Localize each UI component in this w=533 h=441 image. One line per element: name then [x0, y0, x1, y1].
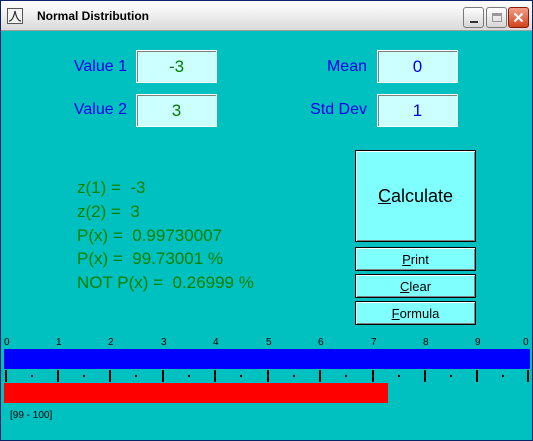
calculate-button[interactable]: Calculate [355, 150, 476, 242]
major-tick [57, 370, 59, 382]
value2-input[interactable] [136, 94, 217, 127]
scale-label: 0 [4, 337, 10, 348]
minor-tick [450, 375, 452, 377]
major-tick [476, 370, 478, 382]
major-tick [424, 370, 426, 382]
range-bar [4, 383, 388, 403]
major-tick [319, 370, 321, 382]
minor-tick [135, 375, 137, 377]
app-icon[interactable] [7, 8, 23, 24]
minor-tick [83, 375, 85, 377]
clear-hotkey: C [399, 278, 410, 294]
app-window: Normal Distribution Value 1 Value 2 Mean… [0, 0, 533, 441]
major-tick [162, 370, 164, 382]
scale-label: 7 [371, 337, 377, 348]
minor-tick [345, 375, 347, 377]
cumulative-bar [4, 349, 530, 369]
clear-button[interactable]: Clear [355, 274, 476, 298]
scale-label: 9 [475, 337, 481, 348]
print-button[interactable]: Print [355, 247, 476, 271]
title-bar[interactable]: Normal Distribution [1, 1, 532, 31]
probability-percent-result: P(x) = 99.73001 % [77, 249, 224, 268]
scale-ticks [1, 370, 532, 382]
probability-result: P(x) = 0.99730007 [77, 226, 223, 245]
maximize-icon [491, 13, 502, 22]
calculate-hotkey: C [377, 185, 391, 206]
minor-tick [398, 375, 400, 377]
value1-input[interactable] [136, 50, 217, 83]
minor-tick [293, 375, 295, 377]
z1-result: z(1) = -3 [77, 178, 146, 197]
scale-label: 4 [213, 337, 219, 348]
minimize-button[interactable] [463, 7, 484, 28]
scale-label: 0 [523, 337, 529, 348]
major-tick [5, 370, 7, 382]
scale-label: 2 [108, 337, 114, 348]
scale-label: 5 [266, 337, 272, 348]
scale-label: 1 [56, 337, 62, 348]
formula-button[interactable]: Formula [355, 301, 476, 325]
major-tick [527, 370, 529, 382]
scale-label: 3 [161, 337, 167, 348]
minor-tick [31, 375, 33, 377]
major-tick [372, 370, 374, 382]
scale-label: 6 [318, 337, 324, 348]
minimize-icon [469, 20, 478, 23]
major-tick [214, 370, 216, 382]
close-button[interactable] [508, 7, 529, 28]
mean-label: Mean [326, 58, 367, 75]
std-dev-input[interactable] [377, 94, 458, 127]
minor-tick [188, 375, 190, 377]
bell-curve-icon [8, 10, 22, 22]
maximize-button[interactable] [486, 7, 507, 28]
clear-label: lear [409, 278, 432, 294]
major-tick [267, 370, 269, 382]
print-label: rint [410, 251, 429, 267]
not-probability-result: NOT P(x) = 0.26999 % [77, 273, 254, 292]
range-label: [99 - 100] [10, 410, 53, 421]
minor-tick [240, 375, 242, 377]
value2-label: Value 2 [73, 101, 127, 118]
scale-label: 8 [423, 337, 429, 348]
value1-label: Value 1 [73, 58, 127, 75]
formula-hotkey: F [391, 305, 400, 321]
window-title: Normal Distribution [37, 9, 150, 23]
close-icon [513, 12, 524, 23]
std-dev-label: Std Dev [310, 101, 367, 118]
z2-result: z(2) = 3 [77, 202, 140, 221]
calculate-label: alculate [390, 185, 454, 206]
minor-tick [502, 375, 504, 377]
formula-label: ormula [399, 305, 440, 321]
print-hotkey: P [402, 251, 411, 267]
major-tick [109, 370, 111, 382]
mean-input[interactable] [377, 50, 458, 83]
